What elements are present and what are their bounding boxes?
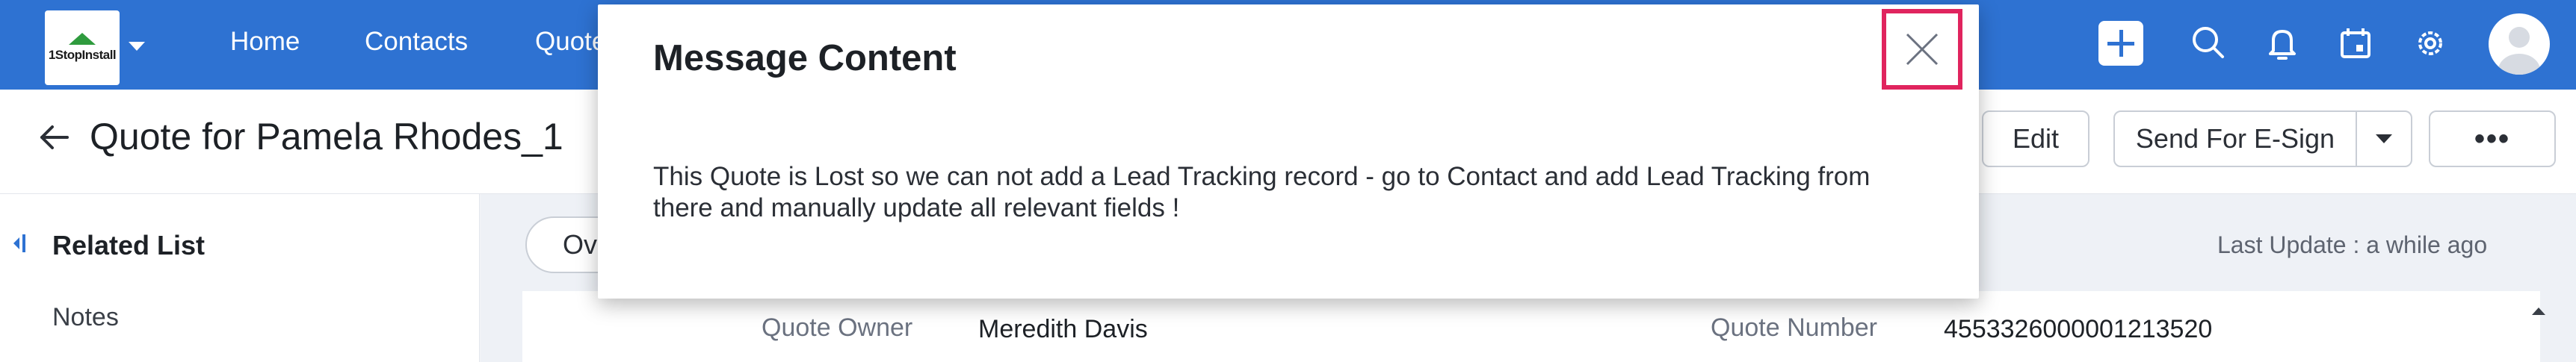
tab-home[interactable]: Home [230, 27, 300, 57]
related-list-sidebar: Related List Notes [0, 194, 480, 362]
calendar-icon[interactable] [2332, 19, 2379, 67]
back-arrow-icon[interactable] [36, 119, 72, 155]
org-switch-chevron-down-icon[interactable] [129, 42, 145, 51]
tab-contacts[interactable]: Contacts [365, 27, 468, 57]
company-logo[interactable]: 1StopInstall [45, 10, 120, 85]
avatar[interactable] [2489, 13, 2550, 75]
bell-icon[interactable] [2258, 19, 2306, 67]
edit-button[interactable]: Edit [1982, 110, 2089, 167]
collapse-sidebar-icon[interactable] [9, 231, 30, 255]
quote-information-card: Quote Owner Meredith Davis Quote Number … [522, 291, 2540, 362]
quote-owner-label: Quote Owner [762, 313, 913, 342]
close-button[interactable] [1882, 9, 1962, 90]
add-icon[interactable] [2098, 21, 2143, 66]
message-content-dialog: Message Content This Quote is Lost so we… [598, 4, 1979, 299]
send-for-esign-button[interactable]: Send For E-Sign [2113, 110, 2357, 167]
logo-text: 1StopInstall [48, 48, 117, 62]
quote-owner-value[interactable]: Meredith Davis [978, 315, 1148, 344]
close-icon [1906, 33, 1939, 66]
dialog-title: Message Content [653, 38, 957, 78]
dialog-message-line-1: This Quote is Lost so we can not add a L… [653, 162, 1871, 191]
scroll-up-arrow-icon[interactable] [2532, 308, 2545, 315]
quote-number-value: 4553326000001213520 [1944, 315, 2213, 343]
last-update-text: Last Update : a while ago [2217, 231, 2488, 258]
send-for-esign-dropdown-button[interactable] [2356, 110, 2412, 167]
gear-icon[interactable] [2406, 19, 2454, 67]
search-icon[interactable] [2185, 19, 2233, 67]
house-logo-icon [69, 33, 96, 45]
quote-number-label: Quote Number [1711, 313, 1877, 342]
page-title: Quote for Pamela Rhodes_1 [90, 116, 563, 157]
chevron-down-icon [2376, 134, 2392, 143]
related-list-title: Related List [52, 230, 206, 260]
more-actions-button[interactable]: ••• [2429, 110, 2556, 167]
sidebar-item-notes[interactable]: Notes [52, 303, 119, 332]
dialog-message-line-2: there and manually update all relevant f… [653, 193, 1180, 222]
dialog-message: This Quote is Lost so we can not add a L… [653, 161, 1924, 224]
